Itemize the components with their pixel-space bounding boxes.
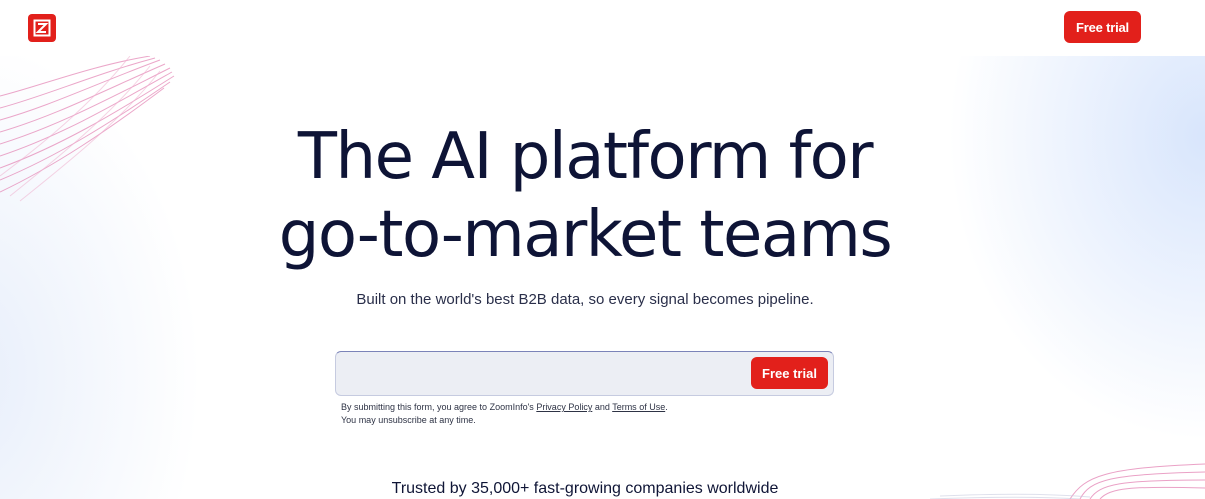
hero-title-line-2: go-to-market teams — [278, 198, 893, 272]
hero-title-line-1: The AI platform for — [297, 120, 874, 194]
form-free-trial-button[interactable]: Free trial — [751, 357, 828, 389]
unsubscribe-text: You may unsubscribe at any time. — [341, 415, 476, 425]
header-free-trial-button[interactable]: Free trial — [1064, 11, 1141, 43]
top-navigation-bar: Free trial — [0, 0, 1205, 56]
disclaimer-and: and — [592, 402, 613, 412]
hero-title: The AI platform for go-to-market teams — [0, 118, 1170, 274]
signup-form: Free trial — [335, 351, 834, 396]
hero-subtitle: Built on the world's best B2B data, so e… — [356, 291, 814, 308]
terms-of-use-link[interactable]: Terms of Use — [612, 402, 665, 412]
zoominfo-logo-icon[interactable] — [28, 14, 56, 42]
disclaimer-text: By submitting this form, you agree to Zo… — [341, 402, 537, 412]
disclaimer-period: . — [665, 402, 668, 412]
privacy-policy-link[interactable]: Privacy Policy — [536, 402, 592, 412]
page: Free trial The AI platform for go-to-mar… — [0, 0, 1205, 499]
form-disclaimer: By submitting this form, you agree to Zo… — [341, 401, 821, 427]
trusted-by-text: Trusted by 35,000+ fast-growing companie… — [391, 480, 779, 497]
email-input[interactable] — [336, 352, 736, 395]
logo-mark — [33, 19, 51, 37]
